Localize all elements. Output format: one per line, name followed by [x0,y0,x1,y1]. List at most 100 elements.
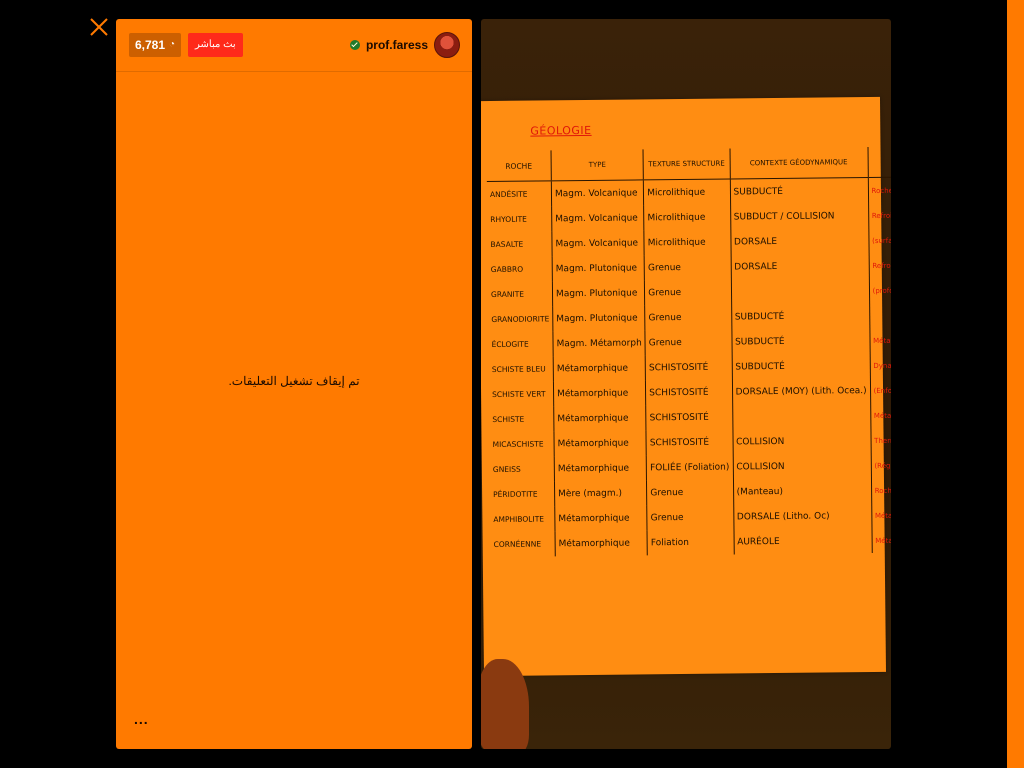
notes-cell: Grenue [644,254,731,281]
notes-row: SCHISTE VERT Métamorphique SCHISTOSITÉ DORS… [489,376,891,407]
notes-row: RHYOLITE Magm. Volcanique Microlithique SUB… [487,201,891,232]
notes-row: AMPHIBOLITE Métamorphique Grenue DORSALE (L… [490,501,891,532]
notes-row: GRANODIORITE Magm. Plutonique Grenue SUBDUC… [488,301,891,332]
notes-row: ANDÉSITE Magm. Volcanique Microlithique SUB… [487,175,891,207]
notes-cell: Mère (magm.) [554,480,647,507]
notes-cell: Métamorphique [555,530,648,557]
notes-cell: ÉCLOGITE [491,339,529,349]
notes-cell: GRANODIORITE [491,314,550,324]
notes-cell: SCHISTE VERT [492,389,546,399]
notes-header-row: ROCHE TYPE TEXTURE STRUCTURE CONTEXTE GÉ… [486,145,891,182]
notes-cell: Métamorphique [869,326,891,354]
avatar[interactable] [434,32,460,58]
notes-cell: Métamorphique [553,405,647,432]
notes-cell: Roche Magmatique [867,175,891,204]
user-block[interactable]: prof.faress [349,32,460,58]
notes-cell: (profondeur) [868,276,891,304]
notes-cell [869,301,891,329]
notes-cell: RHYOLITE [490,214,527,224]
notes-column-header: TYPE [551,149,644,181]
notes-cell: Microlithique [643,178,731,206]
notes-cell: Grenue [644,304,732,331]
notes-cell: Dynamique [869,351,891,379]
notes-row: PÉRIDOTITE Mère (magm.) Grenue (Manteau) Roc… [490,476,891,507]
notes-cell: DORSALE (MOY) (Lith. Ocea.) [731,378,871,405]
notes-title: GÉOLOGIE [530,123,592,138]
notes-sheet: GÉOLOGIE ROCHE TYPE TEXTURE STRUCTURE CO… [481,96,891,677]
notes-cell: (surface) [868,226,891,254]
notes-cell: SCHISTE [492,414,525,424]
notes-cell [730,278,870,305]
notes-cell: Métamorphisme de Dorsale (Hydrothermal) [871,501,891,529]
notes-row: GNEISS Métamorphique FOLIÉE (Foliation) COL… [490,451,891,482]
notes-row: BASALTE Magm. Volcanique Microlithique DORS… [487,226,891,257]
notes-cell: DORSALE [730,253,869,280]
live-video[interactable]: GÉOLOGIE ROCHE TYPE TEXTURE STRUCTURE CO… [481,19,891,749]
notes-cell: Métamorphique [554,505,648,532]
notes-cell: Grenue [645,329,732,356]
close-icon[interactable] [88,16,110,38]
notes-cell: Refroidissement rapide [868,201,891,229]
notes-cell: SUBDUCT / COLLISION [730,203,869,230]
comments-disabled-message: تم إيقاف تشغيل التعليقات. [228,374,360,388]
notes-cell: Magm. Plutonique [552,255,645,282]
notes-cell: SUBDUCTÉ [729,177,869,205]
notes-cell: Foliation [647,529,734,556]
notes-cell: CORNÉENNE [493,539,542,549]
notes-cell: SCHISTOSITÉ [645,354,732,381]
notes-cell: SCHISTE BLEU [491,364,546,374]
notes-cell: Métam. de Contact [871,526,891,554]
notes-column-header: ROCHE [486,150,552,182]
eye-icon: ◔ [169,39,176,50]
notes-column-header [867,145,891,178]
notes-cell: COLLISION [732,453,872,480]
notes-cell: Métamorphique [553,430,647,457]
notes-cell: DORSALE (Litho. Oc) [733,503,872,530]
notes-row: MICASCHISTE Métamorphique SCHISTOSITÉ COLLI… [489,426,891,457]
notes-cell: PÉRIDOTITE [493,489,538,499]
notes-row: CORNÉENNE Métamorphique Foliation AURÉOLE Mé… [491,526,891,557]
notes-cell: AURÉOLE [733,528,872,555]
notes-cell [732,403,871,430]
notes-cell: SUBDUCTÉ [731,353,870,380]
notes-cell: GRANITE [490,289,525,299]
notes-cell: Magm. Volcanique [551,179,644,207]
notes-cell: Grenue [644,279,732,306]
notes-cell: COLLISION [732,428,871,455]
notes-row: SCHISTE Métamorphique SCHISTOSITÉ Métamorph… [489,401,891,432]
panel-header: 6,781 ◔ بث مباشر prof.faress [116,19,472,72]
notes-cell: AMPHIBOLITE [493,514,545,524]
notes-cell: Thermodynamique [870,426,891,454]
notes-cell: SCHISTOSITÉ [645,379,733,406]
username[interactable]: prof.faress [366,38,428,52]
notes-cell: Métamorphique [554,455,647,482]
notes-cell: Grenue [646,504,734,531]
notes-cell: (Régional) [870,451,891,479]
live-badge: بث مباشر [188,33,243,57]
notes-cell: (Manteau) [733,478,872,505]
notes-cell: GNEISS [492,464,521,474]
notes-cell: Magm. Volcanique [551,230,645,257]
notes-cell: SCHISTOSITÉ [645,404,733,431]
notes-cell: SCHISTOSITÉ [646,429,733,456]
notes-cell: MICASCHISTE [492,439,544,449]
scroll-strip [1007,0,1024,768]
notes-cell: Grenue [646,479,734,506]
notes-cell: Refroidissement lent en [868,251,891,279]
notes-row: GRANITE Magm. Plutonique Grenue (profondeur… [488,276,891,307]
notes-cell: Microlithique [643,204,731,231]
notes-cell: (Enfouissement) [869,376,891,404]
comments-panel: 6,781 ◔ بث مباشر prof.faress تم إيقاف تش… [116,19,472,749]
notes-cell: Magm. Volcanique [551,205,645,232]
notes-cell: SUBDUCTÉ [731,303,870,330]
notes-cell: DORSALE [730,228,869,255]
notes-cell: Métamorphique [553,380,646,407]
notes-cell: Roche Mantellique [871,476,891,504]
notes-column-header: CONTEXTE GÉODYNAMIQUE [729,147,868,179]
viewer-count-value: 6,781 [135,38,166,52]
notes-cell: Microlithique [644,229,731,256]
notes-cell: Magm. Plutonique [552,305,646,332]
notes-cell: Magm. Métamorph [552,330,646,357]
notes-table: ROCHE TYPE TEXTURE STRUCTURE CONTEXTE GÉ… [486,145,891,557]
more-options-button[interactable]: ... [134,711,149,727]
